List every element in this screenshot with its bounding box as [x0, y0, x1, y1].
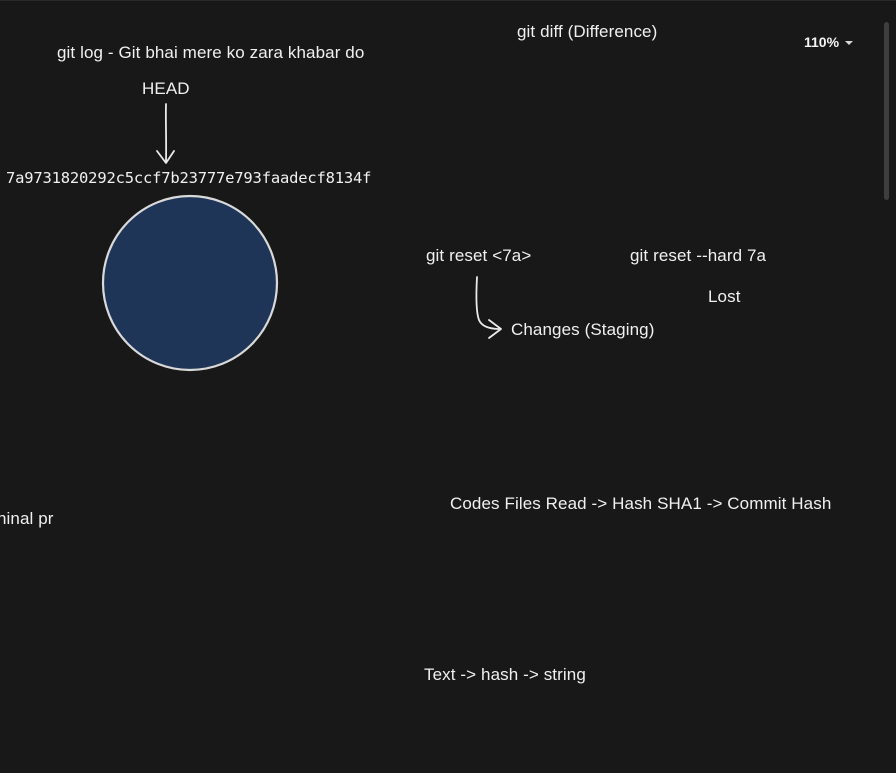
hashing-flow-note[interactable]: Codes Files Read -> Hash SHA1 -> Commit …: [450, 494, 831, 514]
vertical-scrollbar[interactable]: [884, 22, 892, 202]
git-diff-note[interactable]: git diff (Difference): [517, 22, 657, 42]
commit-hash-label[interactable]: 7a9731820292c5ccf7b23777e793faadecf8134f: [6, 169, 371, 187]
head-label[interactable]: HEAD: [142, 79, 190, 99]
lost-note[interactable]: Lost: [708, 287, 741, 307]
scrollbar-thumb[interactable]: [884, 22, 889, 200]
text-hash-note[interactable]: Text -> hash -> string: [424, 665, 586, 685]
git-log-note[interactable]: git log - Git bhai mere ko zara khabar d…: [57, 43, 364, 63]
git-reset-note[interactable]: git reset <7a>: [426, 246, 531, 266]
git-reset-hard-note[interactable]: git reset --hard 7a: [630, 246, 766, 266]
whiteboard-canvas[interactable]: [0, 0, 896, 773]
chevron-down-icon: [845, 41, 854, 45]
commit-node-circle[interactable]: [101, 194, 279, 372]
zoom-dropdown[interactable]: 110%: [804, 31, 854, 53]
cut-off-note[interactable]: ninal pr: [0, 509, 54, 529]
zoom-level-label: 110%: [804, 34, 840, 50]
changes-staging-note[interactable]: Changes (Staging): [511, 320, 654, 340]
